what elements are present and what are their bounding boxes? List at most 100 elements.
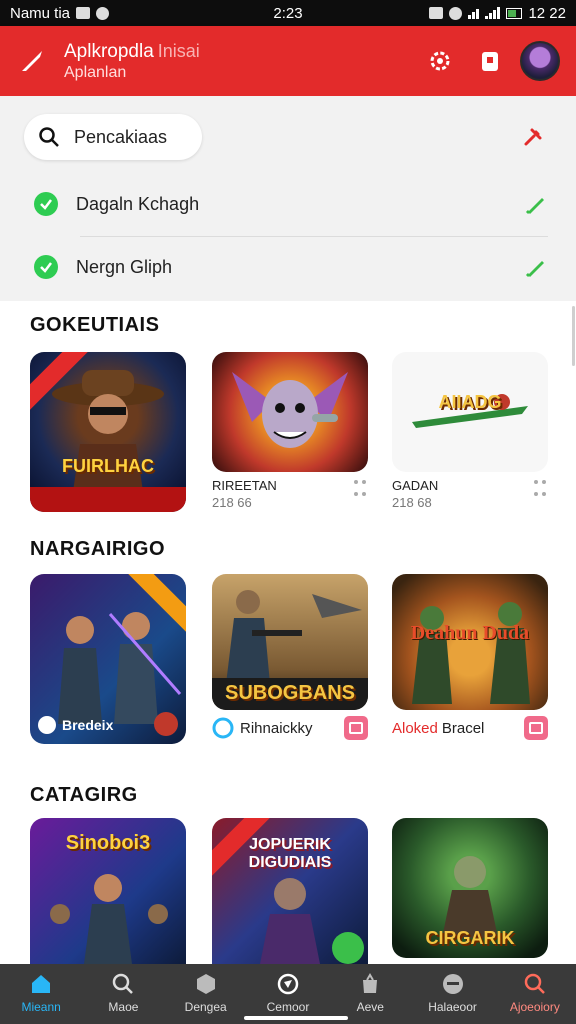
check-circle-icon	[34, 255, 58, 279]
thumb-footer: Bredeix	[38, 716, 113, 734]
cube-icon	[196, 974, 215, 994]
home-icon	[32, 975, 51, 993]
game-card[interactable]: AIIADG GADAN 218 68	[392, 352, 548, 510]
magnify-icon	[524, 973, 545, 994]
filter-row[interactable]: Dagaln Kchagh	[34, 176, 548, 232]
card-meta: Aloked Bracel	[392, 716, 548, 740]
card-texts: RIREETAN 218 66	[212, 478, 354, 510]
settings-button[interactable]	[420, 41, 460, 81]
nav-item-games[interactable]: Dengea	[165, 964, 247, 1024]
scrollbar[interactable]	[572, 306, 575, 366]
game-thumbnail[interactable]: JOPUERIK DIGUDIAIS	[212, 818, 368, 964]
search-panel: Pencakiaas Dagaln Kchagh Nergn Gliph	[0, 96, 576, 301]
status-bar: Namu tia 2:23 12 22	[0, 0, 576, 26]
clipboard-button[interactable]	[470, 41, 510, 81]
nav-item-store[interactable]: Aeve	[329, 964, 411, 1024]
search-icon	[39, 127, 59, 147]
game-size: 218 68	[392, 495, 432, 510]
thumb-art-text: CIRGARIK	[425, 928, 515, 948]
thumb-art-text: Sinoboi3	[65, 832, 151, 854]
carrier-label: Namu tia	[10, 4, 71, 22]
alarm-icon	[449, 6, 463, 20]
chat-icon	[442, 974, 463, 994]
nav-label: Mieann	[21, 1000, 61, 1014]
game-card[interactable]: RIREETAN 218 66	[212, 352, 368, 510]
ribbon	[116, 574, 186, 644]
nav-item-chat[interactable]: Halaeoor	[411, 964, 493, 1024]
more-options-icon[interactable]	[354, 480, 368, 500]
game-thumbnail[interactable]: FUIRLHAC	[30, 352, 186, 512]
game-thumbnail[interactable]: Sinoboi3	[30, 818, 186, 964]
nav-item-explore[interactable]: Cemoor	[247, 964, 329, 1024]
nav-label: Cemoor	[266, 1000, 310, 1014]
game-thumbnail[interactable]: CIRGARIK	[392, 818, 548, 958]
game-name-prefix: Aloked	[392, 719, 438, 737]
game-name: RIREETAN	[212, 478, 277, 493]
image-notification-icon	[76, 7, 91, 19]
install-badge-icon[interactable]	[524, 716, 548, 740]
thumb-art-text: JOPUERIK DIGUDIAIS	[248, 836, 332, 871]
more-options-icon[interactable]	[534, 480, 548, 500]
header-titles: Aplkropdla Inisai Aplanlan	[64, 40, 410, 83]
bag-icon	[363, 973, 378, 993]
app-logo-icon	[38, 716, 56, 734]
card-meta: RIREETAN 218 66	[212, 478, 368, 510]
game-card[interactable]: JOPUERIK DIGUDIAIS	[212, 818, 368, 964]
game-card[interactable]: CIRGARIK	[392, 818, 548, 958]
game-card[interactable]: Sinoboi3	[30, 818, 186, 964]
section-title: GOKEUTIAIS	[30, 314, 160, 336]
clear-search-button[interactable]	[510, 114, 556, 160]
app-notification-icon	[96, 6, 110, 20]
card-texts: GADAN 218 68	[392, 478, 534, 510]
game-thumbnail[interactable]: Bredeix	[30, 574, 186, 744]
search-query: Pencakiaas	[74, 126, 168, 147]
wifi-icon	[468, 7, 480, 19]
game-thumbnail[interactable]: AIIADG	[392, 352, 548, 472]
settings-icon	[430, 51, 450, 71]
avatar[interactable]	[520, 41, 560, 81]
clock-right: 12 22	[528, 4, 566, 22]
game-thumbnail[interactable]	[212, 352, 368, 472]
clipboard-icon	[482, 52, 498, 71]
nav-item-discover[interactable]: Ajoeoiory	[494, 964, 576, 1024]
app-subtitle: Aplanlan	[64, 63, 127, 81]
search-input[interactable]: Pencakiaas	[24, 114, 202, 160]
divider	[80, 236, 548, 237]
brush-icon[interactable]	[16, 45, 48, 77]
thumb-art-text: Deahun Duda	[410, 622, 530, 644]
vibrate-icon	[429, 7, 444, 19]
nav-item-search[interactable]: Maoe	[82, 964, 164, 1024]
filter-row[interactable]: Nergn Gliph	[34, 239, 548, 295]
badge-icon	[154, 712, 178, 736]
section-title: CATAGIRG	[30, 784, 138, 806]
nav-item-home[interactable]: Mieann	[0, 964, 82, 1024]
install-badge-icon[interactable]	[344, 716, 368, 740]
signal-icon	[485, 7, 501, 19]
game-thumbnail[interactable]: SUBOGBANS	[212, 574, 368, 710]
thumb-art-text: AIIADG	[438, 392, 502, 412]
battery-icon	[506, 7, 523, 19]
game-name: Rihnaickky	[240, 719, 313, 737]
game-card[interactable]: Bredeix	[30, 574, 186, 744]
search-row: Pencakiaas	[24, 114, 556, 160]
card-meta: GADAN 218 68	[392, 478, 548, 510]
filter-label: Dagaln Kchagh	[76, 193, 200, 214]
app-title-text: Aplkropdla	[64, 40, 154, 62]
search-icon	[113, 973, 134, 994]
game-name: GADAN	[392, 478, 439, 493]
thumb-art-text: SUBOGBANS	[224, 682, 355, 704]
nav-label: Aeve	[356, 1000, 384, 1014]
game-card[interactable]: Deahun Duda Aloked Bracel	[392, 574, 548, 740]
check-circle-icon	[34, 192, 58, 216]
home-indicator[interactable]	[244, 1016, 348, 1020]
game-thumbnail[interactable]: Deahun Duda	[392, 574, 548, 710]
edit-pencil-icon[interactable]	[524, 192, 548, 216]
edit-pencil-icon[interactable]	[524, 255, 548, 279]
card-meta: Rihnaickky	[212, 716, 368, 740]
nav-label: Ajoeoiory	[509, 1000, 560, 1014]
section-title: NARGAIRIGO	[30, 538, 165, 560]
app-title: Aplkropdla Inisai	[64, 40, 410, 63]
game-card[interactable]: SUBOGBANS Rihnaickky	[212, 574, 368, 740]
ribbon	[30, 352, 100, 422]
game-card[interactable]: FUIRLHAC	[30, 352, 186, 512]
